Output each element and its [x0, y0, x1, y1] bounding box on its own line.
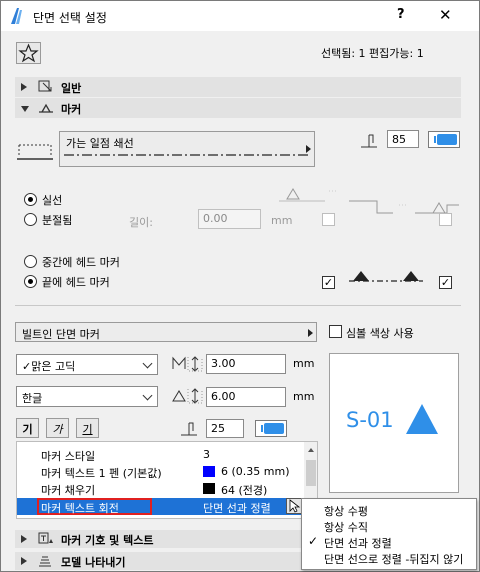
marker-preview-solid-icon: [279, 188, 337, 202]
marker-text-icon: [38, 532, 53, 544]
font-script-value: 한글: [22, 392, 43, 405]
section-marker-header[interactable]: 마커: [15, 98, 461, 118]
list-item[interactable]: 마커 스타일 3: [17, 446, 307, 463]
text-pen-color-toggle[interactable]: [255, 420, 287, 437]
line-type-preview-icon: [17, 144, 53, 160]
preview-label: S-01: [346, 408, 394, 432]
font-family-value: 맑은 고딕: [31, 360, 76, 373]
fill-color-swatch: [203, 483, 215, 494]
marker-preview: S-01: [329, 353, 459, 493]
section-general-label: 일반: [61, 82, 82, 95]
line-pen-field[interactable]: 85: [387, 130, 419, 148]
list-item[interactable]: 마커 텍스트 1 펜 (기본값) 6 (0.35 mm): [17, 463, 307, 480]
model-display-icon: [39, 556, 51, 567]
underline-style-button[interactable]: 기: [76, 418, 99, 438]
marker-properties-list: 마커 스타일 3 마커 텍스트 1 펜 (기본값) 6 (0.35 mm) 마커…: [16, 441, 318, 519]
solid-option-checkbox[interactable]: [322, 213, 335, 226]
text-spacing-unit: mm: [293, 390, 315, 403]
middle-head-marker-label: 중간에 헤드 마커: [42, 256, 120, 269]
favorites-button[interactable]: [16, 42, 41, 64]
font-script-dropdown[interactable]: 한글: [16, 386, 158, 407]
list-item-selected[interactable]: 마커 텍스트 회전 단면 선과 정렬: [17, 498, 317, 515]
pen-icon: [361, 134, 377, 148]
solid-line-label: 실선: [42, 194, 63, 207]
dash-dot-line-icon: [64, 154, 308, 156]
line-type-name: 가는 일점 쇄선: [66, 137, 134, 150]
expand-arrow-icon: [21, 83, 27, 91]
general-settings-icon: [38, 80, 52, 92]
star-icon: [18, 43, 39, 63]
symbol-color-checkbox[interactable]: [329, 325, 342, 338]
chevron-down-icon: [142, 358, 153, 369]
broken-option-checkbox[interactable]: [439, 213, 452, 226]
font-size-icon: [172, 356, 203, 372]
title-bar: 단면 선택 설정 ? ✕: [1, 1, 479, 31]
checkmark-icon: ✓: [308, 534, 319, 548]
divider: [15, 305, 461, 306]
chevron-down-icon: [142, 390, 153, 401]
preview-triangle-icon: [406, 404, 438, 434]
window-title: 단면 선택 설정: [33, 11, 107, 25]
section-general-header[interactable]: 일반: [15, 77, 461, 97]
length-label: 길이:: [129, 216, 153, 229]
length-unit: mm: [271, 214, 293, 227]
pen-color-toggle[interactable]: [428, 131, 460, 148]
end-head-marker-label: 끝에 헤드 마커: [42, 276, 110, 289]
symbol-color-label: 심볼 색상 사용: [346, 327, 414, 340]
scrollbar-thumb[interactable]: [306, 460, 316, 486]
section-marker-label: 마커: [61, 103, 82, 116]
rotation-dropdown-button[interactable]: [286, 498, 302, 514]
expand-arrow-icon: [21, 557, 27, 565]
marker-type-label: 빌트인 단면 마커: [22, 328, 100, 341]
scroll-up-icon[interactable]: [308, 448, 314, 452]
italic-style-button[interactable]: 가: [46, 418, 69, 438]
scrollbar[interactable]: [304, 442, 317, 498]
broken-line-label: 분절됨: [42, 214, 73, 227]
marker-icon: [39, 103, 53, 113]
text-spacing-icon: [172, 388, 203, 404]
section-selection-settings-dialog: 단면 선택 설정 ? ✕ 선택됨: 1 편집가능: 1 일반 마커 가는 일점 …: [0, 0, 480, 572]
menu-item-align-no-flip[interactable]: 단면 선으로 정렬 -뒤집지 않기: [324, 551, 463, 567]
end-markers-preview-icon: [349, 271, 423, 282]
font-family-dropdown[interactable]: ✓맑은 고딕: [16, 354, 158, 375]
length-field[interactable]: 0.00: [198, 209, 261, 229]
rotation-options-menu: 항상 수평 항상 수직 ✓ 단면 선과 정렬 단면 선으로 정렬 -뒤집지 않기: [301, 498, 477, 570]
font-size-unit: mm: [293, 357, 315, 370]
cursor-icon: [289, 499, 301, 513]
end-marker-checkbox[interactable]: ✓: [439, 276, 452, 289]
expand-arrow-icon: [21, 535, 27, 543]
submenu-arrow-icon: [306, 145, 311, 153]
line-type-selector[interactable]: 가는 일점 쇄선: [59, 131, 315, 167]
middle-head-marker-radio[interactable]: [24, 255, 37, 268]
broken-line-radio[interactable]: [24, 213, 37, 226]
font-checkmark-icon: ✓: [22, 360, 32, 373]
submenu-arrow-icon: [308, 329, 313, 337]
section-marker-symbol-text-label: 마커 기호 및 텍스트: [61, 534, 154, 547]
bold-style-button[interactable]: 기: [16, 418, 39, 438]
text-pen-icon: [181, 422, 197, 436]
font-size-field[interactable]: 3.00: [206, 354, 286, 374]
section-model-display-label: 모델 나타내기: [61, 556, 126, 569]
close-button[interactable]: ✕: [439, 6, 452, 24]
start-marker-checkbox[interactable]: ✓: [322, 276, 335, 289]
selection-info: 선택됨: 1 편집가능: 1: [321, 47, 424, 60]
help-button[interactable]: ?: [397, 7, 405, 22]
menu-item-align-with-section-line[interactable]: 단면 선과 정렬: [324, 535, 392, 551]
collapse-arrow-icon: [21, 106, 29, 112]
text-pen-field[interactable]: 25: [206, 419, 244, 438]
solid-line-radio[interactable]: [24, 193, 37, 206]
pen-color-swatch: [203, 466, 215, 477]
menu-item-always-vertical[interactable]: 항상 수직: [324, 519, 368, 535]
menu-item-always-horizontal[interactable]: 항상 수평: [324, 503, 368, 519]
archicad-logo-icon: [11, 8, 22, 24]
marker-type-selector[interactable]: 빌트인 단면 마커: [15, 322, 317, 342]
text-spacing-field[interactable]: 6.00: [206, 387, 286, 407]
list-item[interactable]: 마커 채우기 64 (전경): [17, 480, 307, 497]
end-head-marker-radio[interactable]: [24, 275, 37, 288]
